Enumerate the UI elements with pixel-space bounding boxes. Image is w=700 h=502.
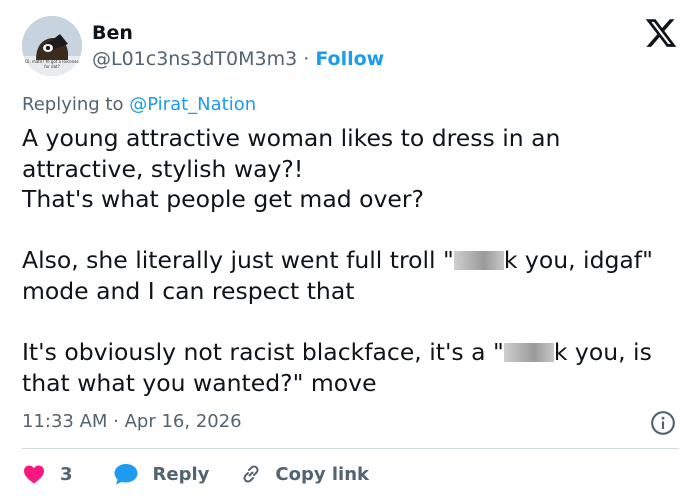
link-icon [243, 465, 259, 483]
replying-to: Replying to @Pirat_Nation [22, 93, 256, 117]
tweet-timestamp[interactable]: 11:33 AM · Apr 16, 2026 [22, 410, 242, 434]
author-handle-row: @L01c3ns3dT0M3m3 · Follow [92, 47, 384, 71]
like-button[interactable]: 3 [22, 462, 73, 486]
copy-link-label: Copy link [275, 463, 369, 485]
author-handle[interactable]: @L01c3ns3dT0M3m3 [92, 48, 297, 70]
tweet-line: A young attractive woman likes to dress … [22, 124, 561, 183]
action-bar: 3 Reply Copy link [22, 460, 369, 488]
info-icon[interactable] [650, 410, 676, 436]
avatar-caption: Oi, mate! Ye got a loicense for dat? [25, 59, 79, 69]
author-name[interactable]: Ben [92, 21, 133, 45]
replying-to-prefix: Replying to [22, 94, 124, 115]
reply-label: Reply [152, 463, 210, 485]
follow-button[interactable]: Follow [315, 48, 384, 70]
tweet-card: Oi, mate! Ye got a loicense for dat? Ben… [0, 0, 700, 502]
divider [22, 448, 679, 449]
x-logo-icon[interactable] [644, 16, 678, 50]
handle-separator: · [303, 48, 310, 70]
tweet-line: That's what people get mad over? [22, 185, 424, 214]
copy-link-button[interactable]: Copy link [239, 462, 369, 486]
tweet-text: A young attractive woman likes to dress … [22, 123, 682, 398]
censor-blur [503, 343, 554, 363]
like-count: 3 [60, 463, 73, 485]
reply-button[interactable]: Reply [113, 462, 210, 486]
speech-bubble-icon [114, 464, 138, 485]
heart-icon [24, 465, 44, 484]
censor-blur [453, 251, 504, 271]
tweet-line: It's obviously not racist blackface, it'… [22, 338, 652, 397]
tweet-line: Also, she literally just went full troll… [22, 246, 653, 305]
replying-to-mention[interactable]: @Pirat_Nation [129, 94, 256, 115]
